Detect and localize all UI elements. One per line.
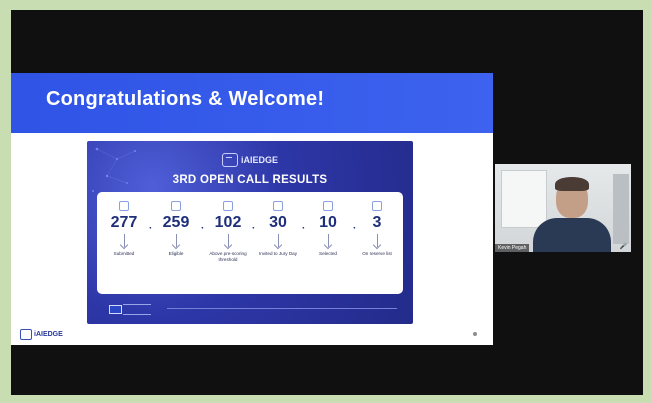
arrow-down-icon [227,234,229,247]
stat-label: Invited to Jury Day [258,251,298,256]
arrow-down-icon [277,234,279,247]
stat-value: 259 [162,214,190,231]
stat-above-threshold: 102 Above pre-scoring threshold [203,201,253,263]
stat-reserve: 3 On reserve list [352,201,402,257]
arrow-down-icon [376,234,378,247]
results-card: iAIEDGE 3RD OPEN CALL RESULTS 277 Submit… [87,141,413,324]
card-brand-text: iAIEDGE [240,155,278,165]
stat-value: 30 [269,214,287,231]
arrow-down-icon [327,234,329,247]
stat-label: Selected [319,251,337,256]
document-icon [119,201,129,211]
magnifier-icon [323,201,333,211]
stat-value: 277 [110,214,138,231]
slide-banner: Congratulations & Welcome! [11,73,493,133]
search-document-icon [223,201,233,211]
stat-eligible: 259 Eligible [151,201,201,257]
checklist-icon [171,201,181,211]
door [613,174,629,244]
brand-logo-icon [20,329,32,340]
footer-brand-text: iAIEDGE [34,331,63,338]
participant-name-tag: Kevin Pegah [495,244,530,252]
stat-label: Submitted [113,251,135,256]
eu-flag-icon [109,305,122,314]
shared-slide: Congratulations & Welcome! iAIEDGE 3RD O… [11,73,493,345]
card-title: 3RD OPEN CALL RESULTS [172,174,328,186]
arrow-down-icon [123,234,125,247]
stats-panel: 277 Submitted · 259 Eligible · 102 Above [97,192,403,294]
whiteboard [501,170,547,228]
stat-jury-day: 30 Invited to Jury Day [253,201,303,257]
stat-selected: 10 Selected [303,201,353,257]
stat-label: Above pre-scoring threshold [209,251,247,262]
slide-number-marker [473,332,477,336]
arrow-down-icon [175,234,177,247]
card-footer [87,301,413,319]
funding-notice [123,304,151,315]
stat-value: 102 [214,214,242,231]
meeting-window: Congratulations & Welcome! iAIEDGE 3RD O… [11,10,643,395]
stat-value: 3 [372,214,382,231]
stat-label: On reserve list [362,251,392,256]
stat-submitted: 277 Submitted [99,201,149,257]
stat-label: Eligible [168,251,184,256]
slide-title: Congratulations & Welcome! [46,88,325,110]
footer-logo: iAIEDGE [20,329,63,340]
folder-icon [372,201,382,211]
card-brand: iAIEDGE [87,153,413,167]
participant-hair [555,177,589,191]
participant-body [533,218,611,252]
brand-logo-icon [221,153,238,167]
microphone-icon[interactable]: 🎤 [620,243,627,250]
calendar-icon [273,201,283,211]
footer-divider [167,308,397,309]
slide-footer: iAIEDGE [11,326,493,345]
stat-value: 10 [319,214,337,231]
participant-video-tile[interactable]: Kevin Pegah 🎤 [495,164,631,252]
